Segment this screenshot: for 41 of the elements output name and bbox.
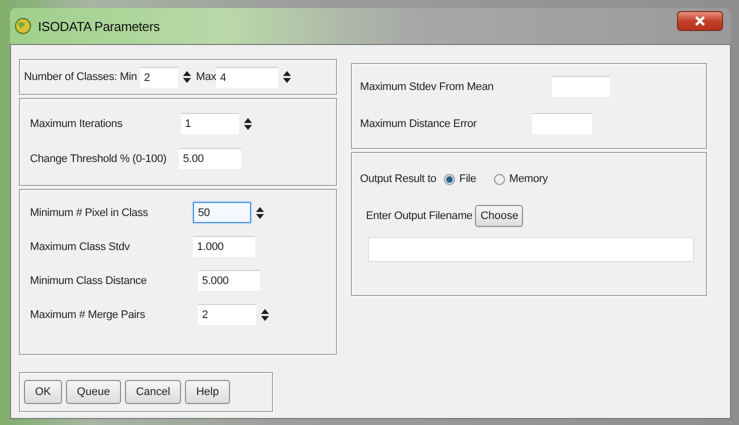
radio-label[interactable]: Memory [509, 173, 548, 185]
input-field[interactable]: 5.00 [179, 148, 241, 169]
input-field[interactable]: 4 [216, 66, 278, 88]
input-field[interactable]: 50 [193, 202, 251, 223]
field-label: Maximum # Merge Pairs [30, 308, 146, 320]
field-label: Number of Classes: Min [24, 71, 137, 83]
field-label: Max [196, 71, 216, 83]
field-label: Change Threshold % (0-100) [30, 152, 168, 164]
up-down-arrows-icon[interactable] [243, 116, 253, 130]
input-field[interactable]: 5.000 [198, 270, 260, 291]
radio-button[interactable] [444, 174, 456, 184]
dialog-button[interactable]: OK [24, 380, 62, 404]
field-label: Maximum Distance Error [360, 118, 478, 130]
input-field[interactable]: 1.000 [193, 236, 255, 257]
input-field[interactable]: 1 [181, 113, 239, 134]
input-field[interactable]: 2 [198, 304, 256, 325]
close-button[interactable] [677, 11, 723, 31]
filename-field[interactable] [368, 237, 694, 262]
choose-button[interactable]: Choose [475, 205, 524, 227]
close-icon [694, 15, 706, 27]
field-label: Enter Output Filename [366, 210, 472, 222]
globe-icon [14, 17, 32, 35]
dialog-button[interactable]: Help [185, 380, 230, 404]
input-field[interactable] [552, 76, 610, 97]
field-label: Minimum # Pixel in Class [30, 206, 150, 218]
field-label: Minimum Class Distance [30, 274, 148, 286]
input-field[interactable] [532, 113, 592, 134]
field-label: Maximum Iterations [30, 118, 124, 130]
dialog-button[interactable]: Queue [66, 380, 121, 404]
radio-button[interactable] [494, 174, 506, 184]
radio-label[interactable]: File [459, 173, 476, 185]
up-down-arrows-icon[interactable] [255, 206, 265, 220]
field-label: Output Result to [360, 173, 436, 185]
up-down-arrows-icon[interactable] [282, 70, 292, 84]
window-title: ISODATA Parameters [38, 18, 160, 34]
field-label: Maximum Stdev From Mean [360, 80, 495, 92]
dialog-button[interactable]: Cancel [124, 380, 182, 404]
input-field[interactable]: 2 [140, 66, 178, 88]
up-down-arrows-icon[interactable] [260, 308, 270, 322]
field-label: Maximum Class Stdv [30, 240, 131, 252]
up-down-arrows-icon[interactable] [182, 70, 192, 84]
